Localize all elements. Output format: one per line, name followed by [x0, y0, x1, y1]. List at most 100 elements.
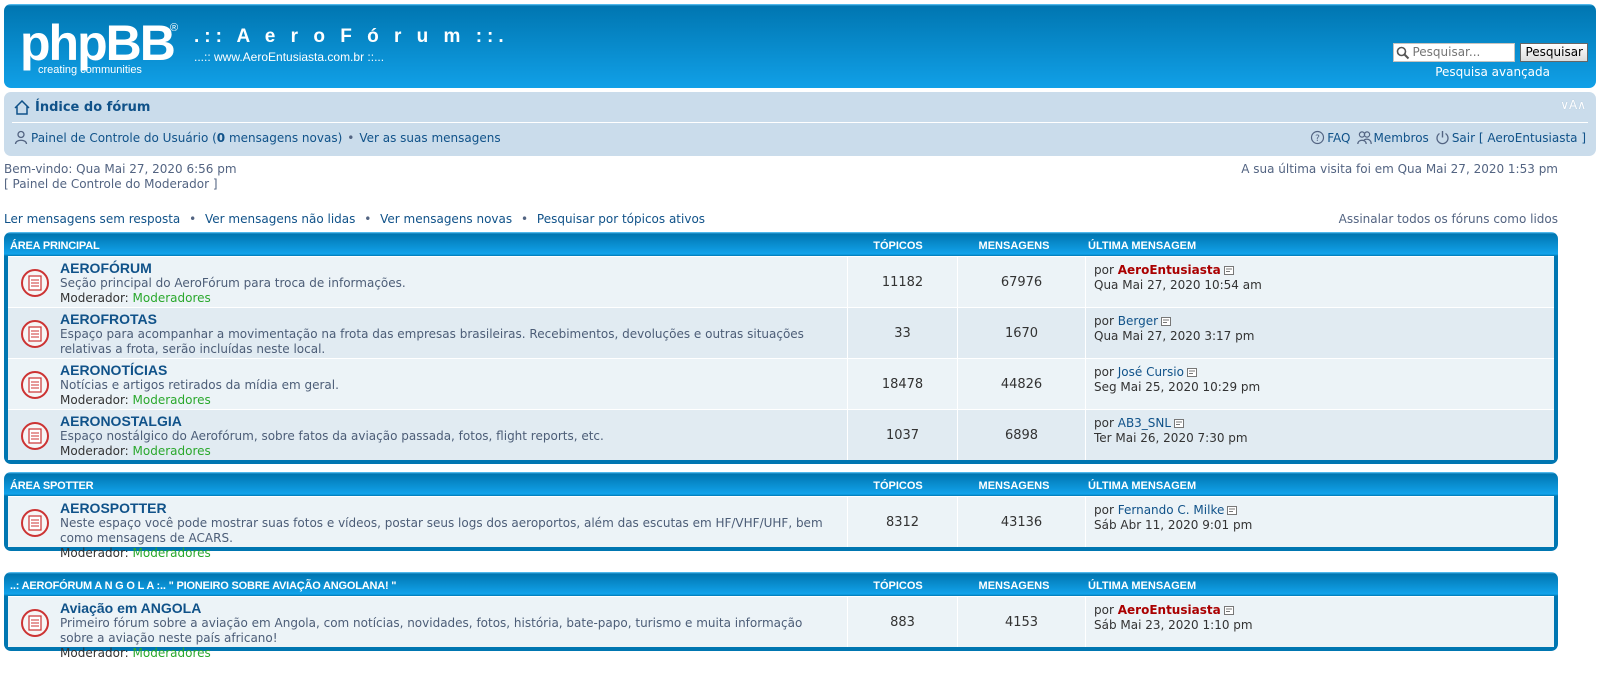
bullet-separator: •	[347, 130, 355, 145]
view-latest-post-icon[interactable]	[1174, 419, 1185, 428]
moderator-label: Moderador:	[60, 546, 129, 560]
view-latest-post-icon[interactable]	[1161, 317, 1172, 326]
last-post-column-header: ÚLTIMA MENSAGEM	[1088, 480, 1197, 492]
view-latest-post-icon[interactable]	[1223, 606, 1235, 615]
moderators-link[interactable]: Moderadores	[133, 546, 211, 560]
breadcrumb-forum-index[interactable]: Índice do fórum	[35, 100, 150, 115]
category-title[interactable]: ÁREA SPOTTER	[10, 480, 94, 492]
last-post-info: por José Cursio Seg Mai 25, 2020 10:29 p…	[1086, 359, 1260, 409]
faq-icon: ?	[1311, 130, 1325, 145]
forum-description: Seção principal do AeroFórum para troca …	[60, 276, 406, 290]
last-post-info: por AB3_SNL Ter Mai 26, 2020 7:30 pm	[1086, 410, 1248, 460]
navbar: Índice do fórum ∨A∧ Painel de Controle d…	[4, 92, 1596, 156]
forum-row: AEROFÓRUM Seção principal do AeroFórum p…	[8, 256, 1554, 307]
last-post-author-link[interactable]: AeroEntusiasta	[1118, 263, 1221, 277]
last-post-date: Ter Mai 26, 2020 7:30 pm	[1094, 431, 1248, 445]
bullet-separator: •	[520, 212, 529, 226]
navbar-right-links: ? FAQ Membros Sair [ AeroEntusiasta ]	[1310, 130, 1586, 145]
welcome-text: Bem-vindo: Qua Mai 27, 2020 6:56 pm	[4, 162, 237, 176]
moderators-link[interactable]: Moderadores	[133, 393, 211, 407]
breadcrumb: Índice do fórum	[14, 100, 150, 115]
moderators-link[interactable]: Moderadores	[133, 646, 211, 660]
members-icon	[1356, 131, 1372, 145]
unanswered-posts-link[interactable]: Ler mensagens sem resposta	[4, 212, 180, 226]
forum-title-link[interactable]: Aviação em ANGOLA	[60, 600, 837, 616]
search-box: Pesquisar	[1393, 42, 1588, 62]
category-title[interactable]: ..: AEROFÓRUM A N G O L A :.. " PIONEIRO…	[10, 580, 397, 592]
posts-column-header: MENSAGENS	[978, 240, 1050, 252]
category-header: ÁREA SPOTTER TÓPICOS MENSAGENS ÚLTIMA ME…	[8, 476, 1554, 496]
last-post-info: por AeroEntusiasta Sáb Mai 23, 2020 1:10…	[1086, 597, 1253, 647]
category-area-spotter: ÁREA SPOTTER TÓPICOS MENSAGENS ÚLTIMA ME…	[4, 472, 1558, 560]
topics-count: 8312	[848, 497, 958, 547]
forum-title-link[interactable]: AERONOTÍCIAS	[60, 362, 837, 378]
moderators-link[interactable]: Moderadores	[133, 291, 211, 305]
forum-title-link[interactable]: AERONOSTALGIA	[60, 413, 837, 429]
moderator-label: Moderador:	[60, 444, 129, 458]
by-label: por	[1094, 263, 1114, 277]
svg-text:?: ?	[1315, 134, 1320, 144]
last-post-author-link[interactable]: Berger	[1118, 314, 1158, 328]
ucp-link[interactable]: Painel de Controle do Usuário (0 mensage…	[31, 131, 342, 145]
new-messages-count: 0	[216, 130, 226, 145]
forum-row: AERONOSTALGIA Espaço nostálgico do Aerof…	[8, 409, 1554, 460]
logo-text: phpBB	[20, 15, 176, 71]
last-post-author-link[interactable]: AeroEntusiasta	[1118, 603, 1221, 617]
topics-column-header: TÓPICOS	[873, 580, 923, 592]
view-latest-post-icon[interactable]	[1186, 368, 1198, 377]
last-post-column-header: ÚLTIMA MENSAGEM	[1088, 240, 1197, 252]
posts-column-header: MENSAGENS	[978, 480, 1050, 492]
view-latest-post-icon[interactable]	[1227, 506, 1238, 515]
bullet-separator: •	[364, 212, 372, 226]
user-panel-icon	[14, 130, 28, 145]
forum-title-link[interactable]: AEROFROTAS	[60, 311, 837, 327]
posts-column-header: MENSAGENS	[978, 580, 1050, 592]
search-icon	[1397, 46, 1410, 59]
search-input[interactable]	[1393, 42, 1516, 62]
navbar-divider	[12, 122, 1588, 123]
logo-tagline: creating communities	[38, 64, 142, 76]
category-header: ÁREA PRINCIPAL TÓPICOS MENSAGENS ÚLTIMA …	[8, 236, 1554, 256]
unread-posts-link[interactable]: Ver mensagens não lidas	[205, 212, 355, 226]
members-link[interactable]: Membros	[1374, 131, 1429, 145]
by-label: por	[1094, 416, 1114, 430]
topics-count: 883	[848, 597, 958, 647]
last-post-date: Seg Mai 25, 2020 10:29 pm	[1094, 380, 1261, 394]
advanced-search-link[interactable]: Pesquisa avançada	[1435, 65, 1550, 79]
forum-row: Aviação em ANGOLA Primeiro fórum sobre a…	[8, 596, 1554, 660]
last-post-author-link[interactable]: Fernando C. Milke	[1118, 503, 1225, 517]
category-title[interactable]: ÁREA PRINCIPAL	[10, 240, 100, 252]
forum-read-icon	[21, 371, 49, 399]
by-label: por	[1094, 365, 1114, 379]
ucp-prefix: Painel de Controle do Usuário (	[31, 130, 217, 145]
view-latest-post-icon[interactable]	[1223, 266, 1235, 275]
ucp-suffix: mensagens novas)	[225, 130, 343, 145]
new-posts-link[interactable]: Ver mensagens novas	[380, 212, 512, 226]
bullet-separator: •	[189, 212, 197, 226]
search-button[interactable]: Pesquisar	[1520, 42, 1588, 62]
faq-link[interactable]: FAQ	[1327, 131, 1350, 145]
active-topics-link[interactable]: Pesquisar por tópicos ativos	[537, 212, 705, 226]
category-header: ..: AEROFÓRUM A N G O L A :.. " PIONEIRO…	[8, 576, 1554, 596]
phpbb-logo[interactable]: phpBB ® creating communities	[20, 18, 180, 76]
navbar-user-links: Painel de Controle do Usuário (0 mensage…	[14, 130, 501, 145]
forum-title-link[interactable]: AEROFÓRUM	[60, 260, 837, 276]
forum-description: Primeiro fórum sobre a aviação em Angola…	[60, 616, 803, 645]
category-angola: ..: AEROFÓRUM A N G O L A :.. " PIONEIRO…	[4, 572, 1558, 660]
moderator-panel-link[interactable]: [ Painel de Controle do Moderador ]	[4, 177, 218, 191]
last-post-author-link[interactable]: José Cursio	[1118, 365, 1184, 379]
moderators-link[interactable]: Moderadores	[133, 444, 211, 458]
by-label: por	[1094, 603, 1114, 617]
forum-row: AEROFROTAS Espaço para acompanhar a movi…	[8, 307, 1554, 358]
forum-title-link[interactable]: AEROSPOTTER	[60, 500, 837, 516]
moderator-label: Moderador:	[60, 393, 129, 407]
font-resize-icon[interactable]: ∨A∧	[1560, 98, 1586, 112]
topics-column-header: TÓPICOS	[873, 480, 923, 492]
view-your-posts-link[interactable]: Ver as suas mensagens	[359, 131, 500, 145]
last-post-info: por Berger Qua Mai 27, 2020 3:17 pm	[1086, 308, 1254, 358]
mark-forums-read-link[interactable]: Assinalar todos os fóruns como lidos	[1339, 212, 1558, 226]
logout-link[interactable]: Sair [ AeroEntusiasta ]	[1452, 131, 1586, 145]
topics-count: 18478	[848, 359, 958, 409]
last-post-author-link[interactable]: AB3_SNL	[1118, 416, 1171, 430]
home-icon	[14, 100, 30, 115]
